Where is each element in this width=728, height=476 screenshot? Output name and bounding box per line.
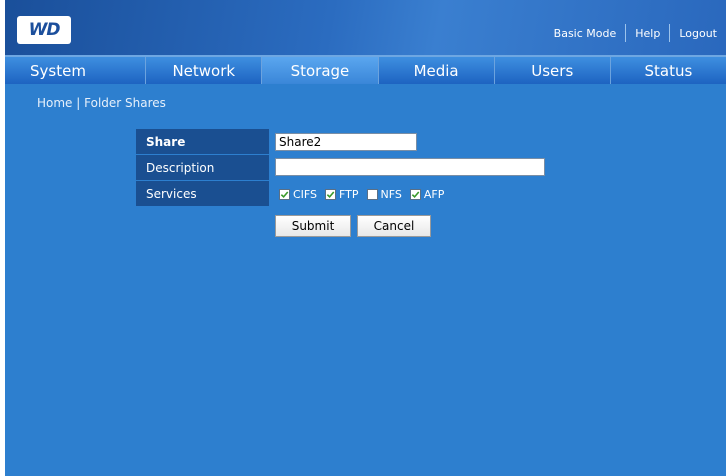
check-icon (280, 191, 289, 199)
header: WD Basic Mode Help Logout (5, 0, 726, 57)
tab-status[interactable]: Status (611, 57, 726, 84)
app-frame: WD Basic Mode Help Logout System Network… (5, 0, 726, 476)
tab-storage[interactable]: Storage (262, 57, 379, 84)
tab-network[interactable]: Network (146, 57, 263, 84)
breadcrumb-home[interactable]: Home (37, 96, 72, 110)
share-input[interactable] (275, 133, 417, 151)
wd-logo: WD (17, 16, 71, 44)
breadcrumb-current: Folder Shares (84, 96, 166, 110)
ftp-label: FTP (339, 188, 359, 201)
share-label: Share (136, 129, 269, 154)
description-label: Description (136, 155, 269, 180)
share-row: Share (136, 129, 269, 154)
services-label: Services (136, 181, 269, 206)
cancel-button[interactable]: Cancel (357, 215, 431, 237)
logo-text: WD (28, 20, 61, 40)
basic-mode-link[interactable]: Basic Mode (545, 27, 626, 40)
afp-checkbox[interactable] (409, 189, 421, 200)
main-nav: System Network Storage Media Users Statu… (5, 57, 726, 84)
submit-button[interactable]: Submit (275, 215, 351, 237)
description-input[interactable] (275, 158, 545, 176)
breadcrumb: Home | Folder Shares (37, 96, 166, 110)
breadcrumb-separator: | (76, 96, 81, 110)
check-icon (411, 191, 420, 199)
logout-link[interactable]: Logout (670, 27, 726, 40)
services-row: Services (136, 181, 269, 206)
cifs-checkbox[interactable] (279, 189, 290, 200)
tab-media[interactable]: Media (379, 57, 495, 84)
tab-system[interactable]: System (5, 57, 147, 84)
afp-label: AFP (423, 188, 445, 201)
ftp-checkbox[interactable] (325, 189, 337, 200)
nfs-label: NFS (380, 188, 402, 201)
check-icon (326, 191, 335, 199)
tab-users[interactable]: Users (495, 57, 611, 84)
help-link[interactable]: Help (626, 27, 669, 40)
cifs-label: CIFS (293, 188, 318, 201)
top-links: Basic Mode Help Logout (545, 22, 726, 44)
description-row: Description (136, 155, 269, 180)
nfs-checkbox[interactable] (366, 189, 378, 200)
services-checkboxes: CIFS FTP NFS AFP (279, 188, 452, 201)
